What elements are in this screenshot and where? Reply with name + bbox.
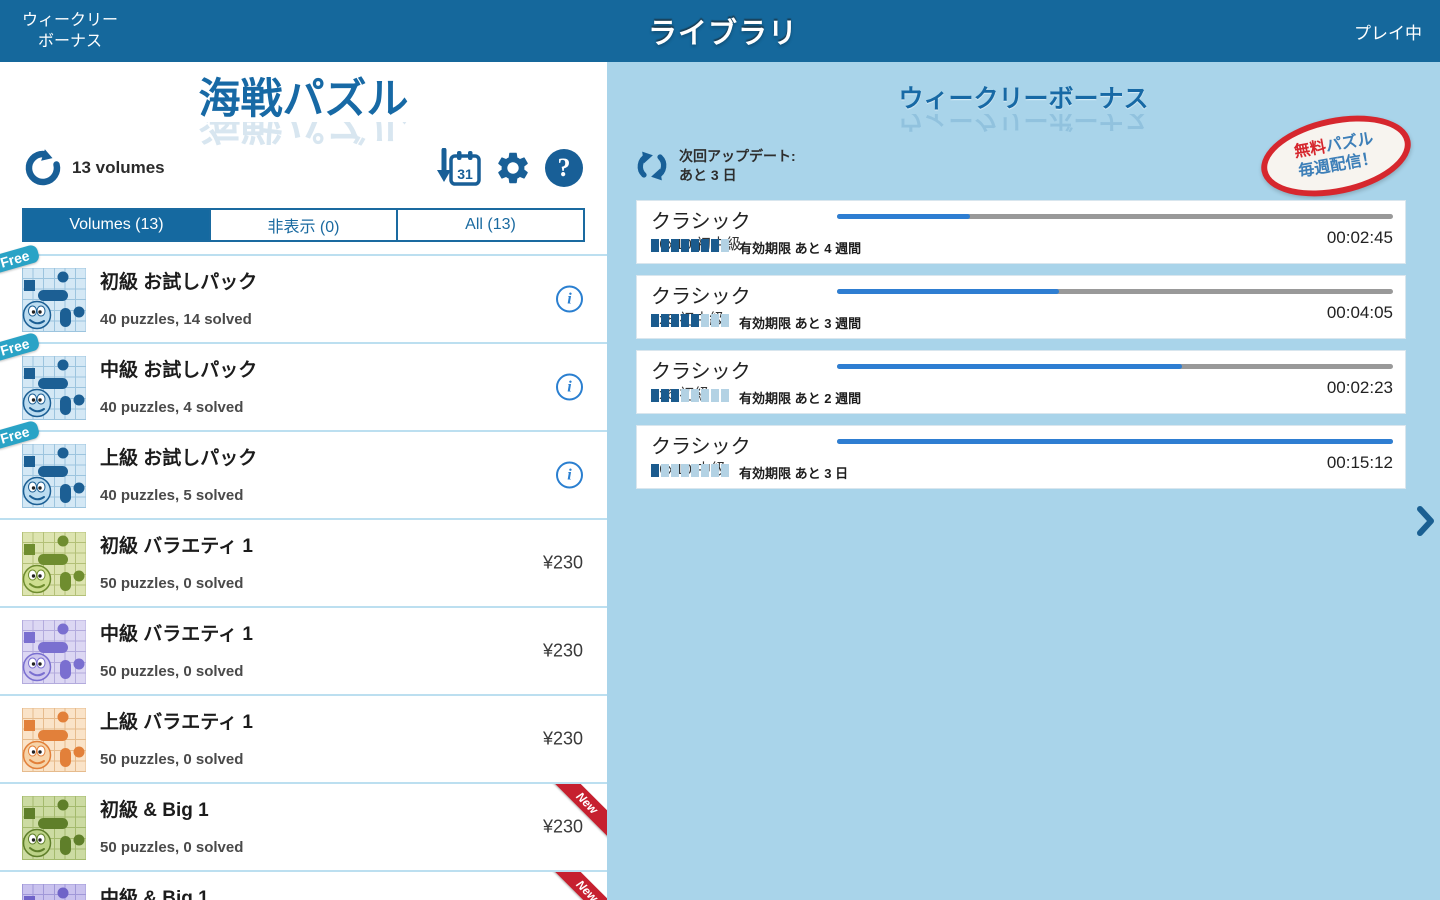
progress-bar	[837, 289, 1393, 294]
expiry-label: 有効期限 あと 2 週間	[739, 391, 862, 406]
next-update-value: あと 3 日	[679, 167, 737, 183]
volume-thumbnail	[22, 268, 86, 332]
weekly-bonus-title: ウィークリーボーナス	[898, 85, 1149, 113]
volume-row[interactable]: 初級 & Big 1 50 puzzles, 0 solved ¥230 New	[0, 782, 607, 870]
volume-subtitle: 50 puzzles, 0 solved	[100, 575, 244, 592]
expiry-segments	[651, 313, 731, 332]
volume-subtitle: 40 puzzles, 14 solved	[100, 311, 252, 328]
bonus-list: クラシック 10x10 初中級 00:02:45 有効期限 あと 4 週間 クラ…	[636, 200, 1406, 489]
next-update-text: 次回アップデート: あと 3 日	[679, 147, 796, 185]
next-update-label: 次回アップデート:	[679, 148, 796, 164]
volume-thumbnail	[22, 884, 86, 900]
bonus-time: 00:02:45	[1326, 228, 1393, 247]
bonus-name: クラシック	[651, 436, 751, 458]
volume-title: 初級 バラエティ 1	[100, 536, 253, 557]
weekly-bonus-nav-line2: ボーナス	[38, 33, 103, 50]
top-bar: ウィークリー ボーナス ライブラリ プレイ中	[0, 0, 1440, 62]
weekly-bonus-nav-line1: ウィークリー	[22, 12, 119, 29]
bonus-name: クラシック	[651, 361, 751, 383]
tab-all[interactable]: All (13)	[396, 210, 583, 240]
progress-bar	[837, 439, 1393, 444]
svg-text:31: 31	[457, 166, 473, 182]
refresh-cycle-icon[interactable]	[635, 149, 669, 183]
volume-thumbnail	[22, 532, 86, 596]
info-icon[interactable]: i	[556, 461, 583, 489]
bonus-time: 00:15:12	[1326, 453, 1393, 472]
volume-title: 初級 & Big 1	[100, 800, 209, 821]
bonus-card[interactable]: クラシック 8x8 初中級 00:04:05 有効期限 あと 3 週間	[636, 275, 1406, 339]
library-title-reflection: 海戦パズル	[198, 122, 409, 146]
help-icon[interactable]: ?	[545, 149, 583, 187]
expiry-label: 有効期限 あと 3 日	[739, 466, 849, 481]
expiry-label: 有効期限 あと 3 週間	[739, 316, 862, 331]
volume-row[interactable]: 中級 バラエティ 1 50 puzzles, 0 solved ¥230	[0, 606, 607, 694]
library-tabs: Volumes (13) 非表示 (0) All (13)	[22, 208, 585, 242]
expiry-label: 有効期限 あと 4 週間	[739, 241, 862, 256]
library-panel: 海戦パズル 海戦パズル 13 volumes 31 ? Volumes (13)…	[0, 62, 607, 900]
progress-bar	[837, 214, 1393, 219]
expiry-segments	[651, 388, 731, 407]
tab-hidden[interactable]: 非表示 (0)	[209, 210, 396, 240]
volume-row[interactable]: 初級 バラエティ 1 50 puzzles, 0 solved ¥230	[0, 518, 607, 606]
library-controls: 13 volumes 31 ?	[0, 146, 607, 190]
expiry-segments	[651, 238, 731, 257]
now-playing-button[interactable]: プレイ中	[1354, 19, 1422, 44]
new-ribbon: New	[545, 872, 607, 900]
volume-row[interactable]: 上級 バラエティ 1 50 puzzles, 0 solved ¥230	[0, 694, 607, 782]
bonus-card[interactable]: クラシック 6x6 初級 00:02:23 有効期限 あと 2 週間	[636, 350, 1406, 414]
volume-title: 中級 バラエティ 1	[100, 624, 253, 645]
page-title: ライブラリ	[647, 18, 799, 50]
volume-row[interactable]: Free 中級 お試しパック 40 puzzles, 4 solved i	[0, 331, 607, 430]
volume-thumbnail	[22, 620, 86, 684]
bonus-name: クラシック	[651, 286, 751, 308]
bonus-meta: 有効期限 あと 2 週間	[651, 388, 861, 407]
volume-title: 上級 バラエティ 1	[100, 712, 253, 733]
volume-count: 13 volumes	[72, 158, 165, 177]
tab-volumes[interactable]: Volumes (13)	[24, 210, 209, 240]
volume-title: 中級 & Big 1	[100, 888, 209, 900]
settings-gear-icon[interactable]	[494, 149, 532, 187]
bonus-meta: 有効期限 あと 3 週間	[651, 313, 861, 332]
volume-row[interactable]: Free 上級 お試しパック 40 puzzles, 5 solved i	[0, 419, 607, 518]
volume-subtitle: 40 puzzles, 4 solved	[100, 399, 244, 416]
info-icon[interactable]: i	[556, 373, 583, 401]
expiry-segments	[651, 463, 731, 482]
new-ribbon: New	[545, 784, 607, 846]
volume-subtitle: 40 puzzles, 5 solved	[100, 487, 244, 504]
bonus-meta: 有効期限 あと 3 日	[651, 463, 848, 482]
bonus-card[interactable]: クラシック 10x10 中級 00:15:12 有効期限 あと 3 日	[636, 425, 1406, 489]
volume-title: 中級 お試しパック	[100, 360, 258, 381]
bonus-time: 00:02:23	[1326, 378, 1393, 397]
library-title: 海戦パズル	[198, 75, 409, 122]
volume-price: ¥230	[542, 640, 583, 661]
bonus-name: クラシック	[651, 211, 751, 233]
volume-row[interactable]: 中級 & Big 1 New	[0, 870, 607, 900]
volume-title: 上級 お試しパック	[100, 448, 258, 469]
volume-thumbnail	[22, 708, 86, 772]
volume-thumbnail	[22, 444, 86, 508]
weekly-bonus-nav-button[interactable]: ウィークリー ボーナス	[22, 10, 118, 52]
bonus-card[interactable]: クラシック 10x10 初中級 00:02:45 有効期限 あと 4 週間	[636, 200, 1406, 264]
download-schedule-icon[interactable]: 31	[435, 148, 481, 188]
volume-subtitle: 50 puzzles, 0 solved	[100, 751, 244, 768]
progress-bar	[837, 364, 1393, 369]
volume-list: Free 初級 お試しパック 40 puzzles, 14 solved i F…	[0, 243, 607, 900]
volume-subtitle: 50 puzzles, 0 solved	[100, 839, 244, 856]
volume-subtitle: 50 puzzles, 0 solved	[100, 663, 244, 680]
volume-title: 初級 お試しパック	[100, 272, 258, 293]
volume-price: ¥230	[542, 552, 583, 573]
bonus-meta: 有効期限 あと 4 週間	[651, 238, 861, 257]
volume-price: ¥230	[542, 728, 583, 749]
info-icon[interactable]: i	[556, 285, 583, 313]
volume-thumbnail	[22, 796, 86, 860]
volume-thumbnail	[22, 356, 86, 420]
refresh-icon[interactable]	[24, 149, 62, 187]
volume-row[interactable]: Free 初級 お試しパック 40 puzzles, 14 solved i	[0, 243, 607, 342]
bonus-time: 00:04:05	[1326, 303, 1393, 322]
next-page-chevron-icon[interactable]	[1417, 506, 1435, 541]
weekly-bonus-panel: ウィークリーボーナス ウィークリーボーナス 次回アップデート: あと 3 日 無…	[607, 62, 1440, 900]
